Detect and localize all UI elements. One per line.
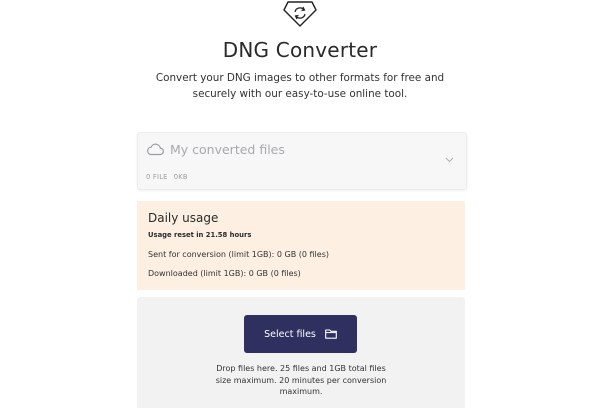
drop-instructions: Drop files here. 25 files and 1GB total …: [215, 364, 387, 396]
converted-files-meta: 0 FILE 0KB: [146, 173, 194, 181]
page-subtitle: Convert your DNG images to other formats…: [155, 72, 445, 100]
convert-tag-icon: [283, 1, 317, 27]
chevron-down-icon[interactable]: [445, 157, 454, 163]
converted-files-panel[interactable]: My converted files 0 FILE 0KB: [137, 132, 467, 190]
cloud-icon: [147, 143, 164, 156]
daily-usage-panel: Daily usage Usage reset in 21.58 hours S…: [137, 201, 465, 290]
downloaded-usage-text: Downloaded (limit 1GB): 0 GB (0 files): [148, 269, 301, 278]
converted-files-title: My converted files: [170, 142, 285, 157]
file-size: 0KB: [173, 173, 188, 181]
page-title: DNG Converter: [222, 38, 378, 62]
usage-reset-text: Usage reset in 21.58 hours: [148, 231, 252, 239]
sent-usage-text: Sent for conversion (limit 1GB): 0 GB (0…: [148, 250, 329, 259]
file-drop-zone[interactable]: Select files Drop files here. 25 files a…: [137, 297, 465, 408]
folder-icon: [325, 329, 337, 339]
select-files-button[interactable]: Select files: [244, 315, 357, 353]
file-count: 0 FILE: [146, 173, 168, 181]
select-files-label: Select files: [264, 328, 316, 340]
page: DNG Converter Convert your DNG images to…: [0, 0, 600, 408]
daily-usage-title: Daily usage: [148, 211, 219, 225]
